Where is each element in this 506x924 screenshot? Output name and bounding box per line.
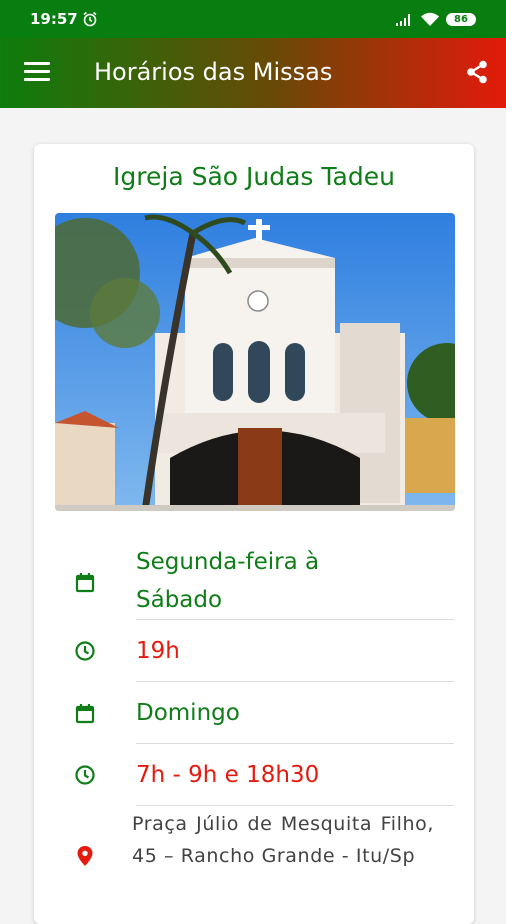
- status-time: 19:57: [30, 10, 78, 28]
- church-address: Praça Júlio de Mesquita Filho, 45 – Ranc…: [132, 813, 434, 867]
- clock-icon: [74, 640, 96, 666]
- schedule-days-sunday: Domingo: [136, 700, 240, 726]
- menu-icon[interactable]: [24, 62, 50, 84]
- church-card: Igreja São Judas Tadeu Segunda-feira à S…: [34, 144, 474, 924]
- calendar-icon: [74, 702, 96, 728]
- share-icon[interactable]: [466, 60, 488, 88]
- divider: [136, 619, 454, 620]
- battery-icon: 86: [446, 13, 476, 26]
- location-pin-icon: [74, 844, 96, 872]
- divider: [136, 805, 454, 806]
- schedule-days-weekdays: Segunda-feira à Sábado: [136, 549, 320, 613]
- calendar-icon: [74, 571, 96, 597]
- signal-icon: [394, 12, 412, 31]
- schedule-times-sunday: 7h - 9h e 18h30: [136, 762, 320, 788]
- divider: [136, 743, 454, 744]
- alarm-icon: [82, 11, 98, 31]
- schedule-times-weekdays: 19h: [136, 638, 180, 664]
- church-photo: [55, 213, 455, 511]
- clock-icon: [74, 764, 96, 790]
- divider: [136, 681, 454, 682]
- status-bar: 19:57 86: [0, 0, 506, 38]
- wifi-icon: [420, 11, 440, 31]
- page-title: Horários das Missas: [94, 58, 333, 86]
- app-bar: Horários das Missas: [0, 38, 506, 108]
- church-name: Igreja São Judas Tadeu: [113, 162, 395, 191]
